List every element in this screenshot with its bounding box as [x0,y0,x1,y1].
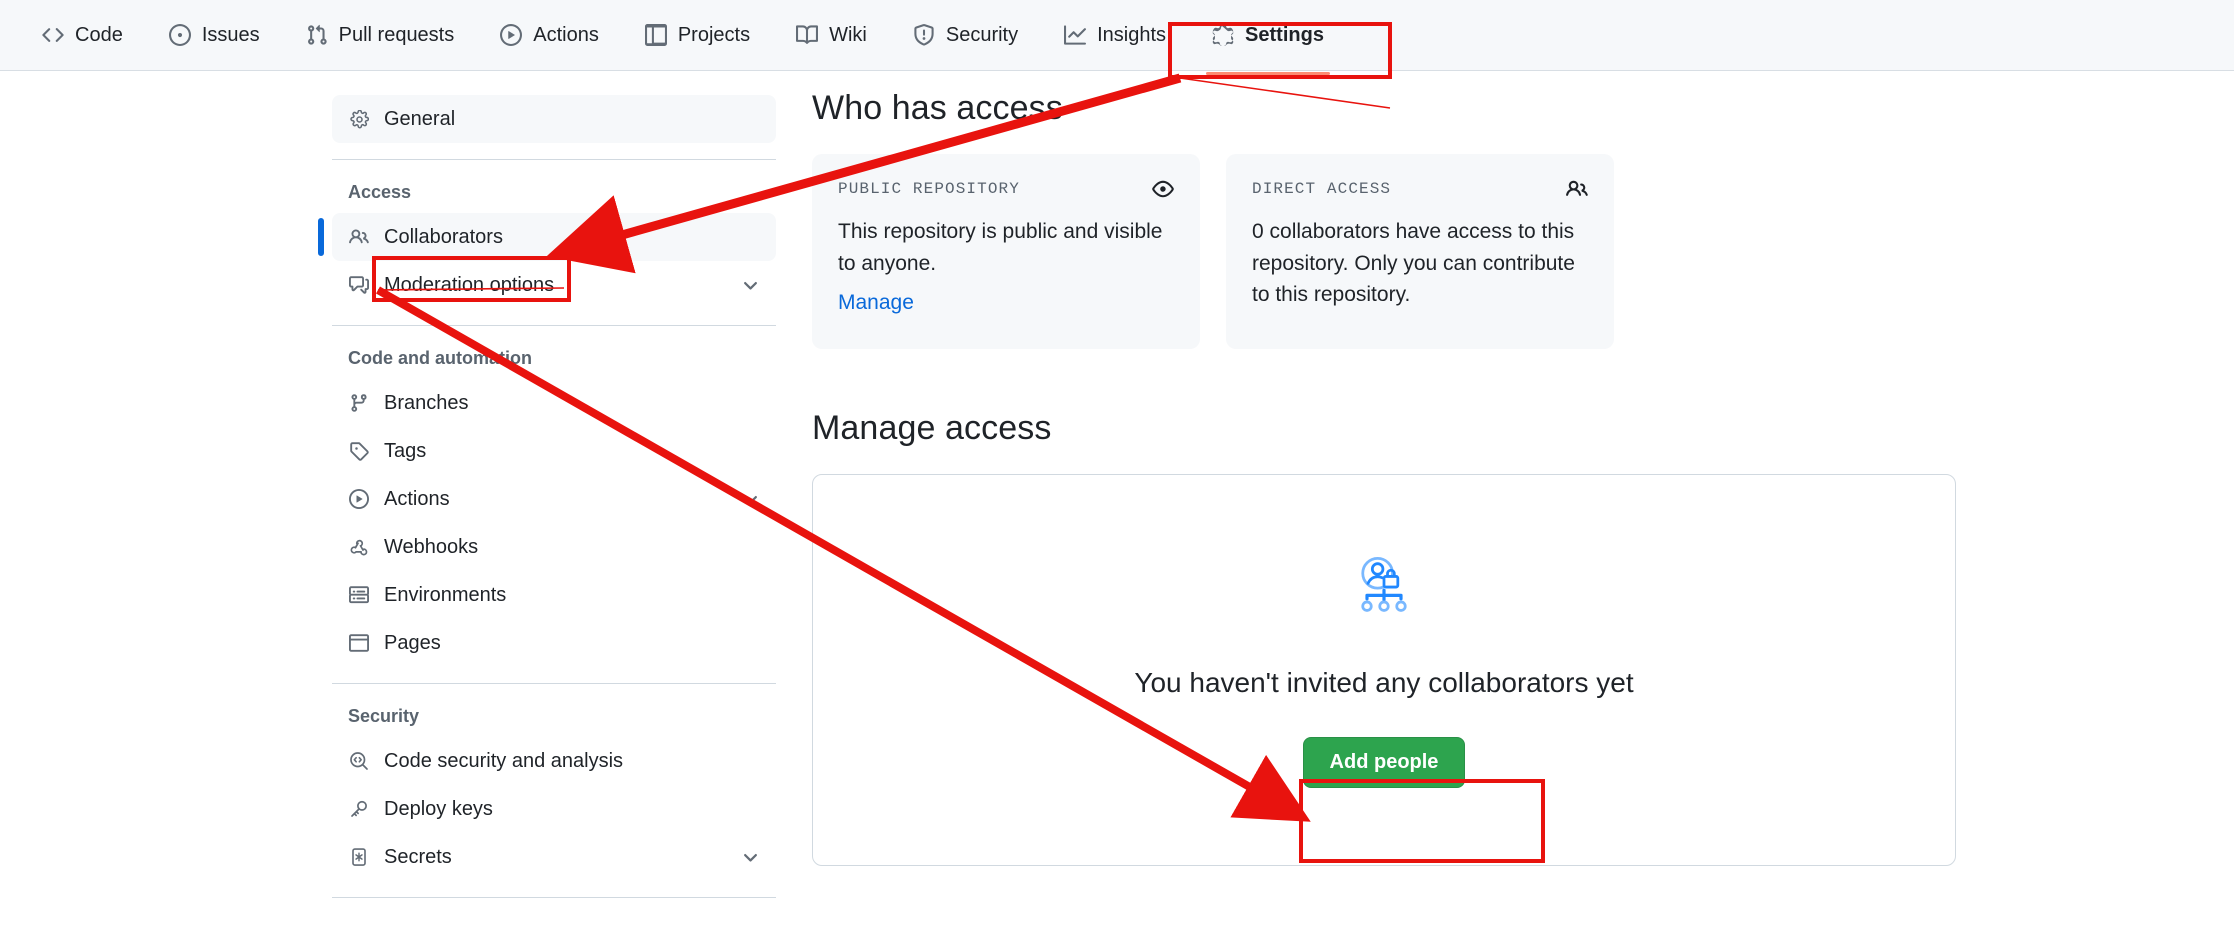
nav-tab-actions[interactable]: Actions [484,10,615,61]
sidebar-item-label: Moderation options [384,273,555,296]
empty-state-title: You haven't invited any collaborators ye… [1134,666,1634,698]
sidebar-item-collaborators[interactable]: Collaborators [318,213,776,261]
sidebar-item-label: Webhooks [384,535,479,558]
card-body-text: 0 collaborators have access to this repo… [1252,220,1575,306]
page-body: General Access Collaborators Moderation … [0,71,2234,929]
nav-tab-label: Issues [201,23,260,46]
git-branch-icon [348,393,370,413]
sidebar-item-label: Actions [384,487,450,510]
people-icon [348,227,370,247]
chevron-down-icon [741,490,760,509]
graph-icon [1064,24,1087,46]
sidebar-item-deploy-keys[interactable]: Deploy keys [332,785,776,833]
nav-tab-insights[interactable]: Insights [1048,10,1182,61]
sidebar-item-label: Collaborators [384,225,503,248]
play-icon [500,24,523,46]
nav-tab-label: Code [75,23,123,46]
nav-tab-label: Insights [1097,23,1167,46]
card-header: DIRECT ACCESS [1252,178,1588,200]
tag-icon [348,441,370,461]
sidebar-item-label: Tags [384,439,427,462]
nav-tab-label: Wiki [829,23,867,46]
sidebar-item-label: Secrets [384,845,452,868]
who-has-access-title: Who has access [812,89,1063,127]
sidebar-item-code-security-and-analysis[interactable]: Code security and analysis [332,737,776,785]
nav-tab-label: Security [945,23,1019,46]
sidebar-item-label: Deploy keys [384,797,493,820]
webhook-icon [348,537,370,557]
sidebar-item-label: Branches [384,391,469,414]
sidebar-item-branches[interactable]: Branches [332,379,776,427]
gear-icon [1212,24,1234,46]
repo-nav: Code Issues Pull requests Actions Projec… [0,0,2234,75]
people-icon [1566,178,1588,200]
nav-tab-label: Actions [533,23,599,46]
nav-tab-code[interactable]: Code [26,10,139,61]
sidebar-group-title-code-and-automation: Code and automation [348,348,532,368]
eye-icon [1152,178,1174,200]
sidebar-item-label: Environments [384,583,507,606]
table-icon [644,24,667,46]
browser-icon [348,633,370,653]
main-content: Who has access PUBLIC REPOSITORY This re… [776,71,1956,929]
card-label: DIRECT ACCESS [1252,180,1392,198]
settings-sidebar: General Access Collaborators Moderation … [318,71,776,929]
sidebar-item-general[interactable]: General [332,95,776,143]
issue-opened-icon [168,24,191,46]
play-icon [348,489,370,509]
nav-tab-wiki[interactable]: Wiki [780,10,883,61]
nav-tab-security[interactable]: Security [897,10,1034,61]
comment-discussion-icon [348,275,370,295]
shield-icon [913,24,935,46]
nav-tab-label: Pull requests [338,23,455,46]
chevron-down-icon [741,848,760,867]
nav-tab-issues[interactable]: Issues [153,10,276,61]
server-icon [348,585,370,605]
add-people-button[interactable]: Add people [1302,736,1466,788]
nav-tab-settings[interactable]: Settings [1196,10,1340,75]
gear-icon [348,109,370,129]
card-label: PUBLIC REPOSITORY [838,180,1020,198]
book-icon [796,24,819,46]
sidebar-item-moderation-options[interactable]: Moderation options [332,261,776,309]
sidebar-item-secrets[interactable]: Secrets [332,833,776,881]
manage-visibility-link[interactable]: Manage [838,291,914,314]
nav-tab-projects[interactable]: Projects [629,10,766,61]
card-body-text: This repository is public and visible to… [838,220,1163,275]
manage-access-title: Manage access [812,408,1052,447]
sidebar-item-tags[interactable]: Tags [332,427,776,475]
git-pull-request-icon [306,24,328,46]
code-icon [42,24,64,46]
sidebar-item-pages[interactable]: Pages [332,619,776,667]
sidebar-item-webhooks[interactable]: Webhooks [332,523,776,571]
sidebar-divider-4 [332,897,776,898]
codescan-icon [348,751,370,771]
sidebar-item-actions[interactable]: Actions [332,475,776,523]
sidebar-item-environments[interactable]: Environments [332,571,776,619]
access-cards: PUBLIC REPOSITORY This repository is pub… [812,154,1956,349]
nav-tab-label: Projects [677,23,751,46]
sidebar-item-label: General [384,107,456,130]
sidebar-group-title-access: Access [348,182,412,202]
sidebar-group-title-security: Security [348,706,420,726]
nav-tab-label: Settings [1245,23,1324,46]
locked-user-hierarchy-illustration [1350,552,1418,625]
key-icon [348,799,370,819]
manage-access-panel: You haven't invited any collaborators ye… [812,473,1956,866]
direct-access-card: DIRECT ACCESS 0 collaborators have acces… [1226,154,1614,349]
sidebar-item-label: Code security and analysis [384,749,624,772]
nav-tab-pull-requests[interactable]: Pull requests [290,10,471,61]
sidebar-item-label: Pages [384,631,441,654]
asterisk-key-icon [348,847,370,867]
card-header: PUBLIC REPOSITORY [838,178,1174,200]
public-repository-card: PUBLIC REPOSITORY This repository is pub… [812,154,1200,349]
chevron-down-icon [741,276,760,295]
